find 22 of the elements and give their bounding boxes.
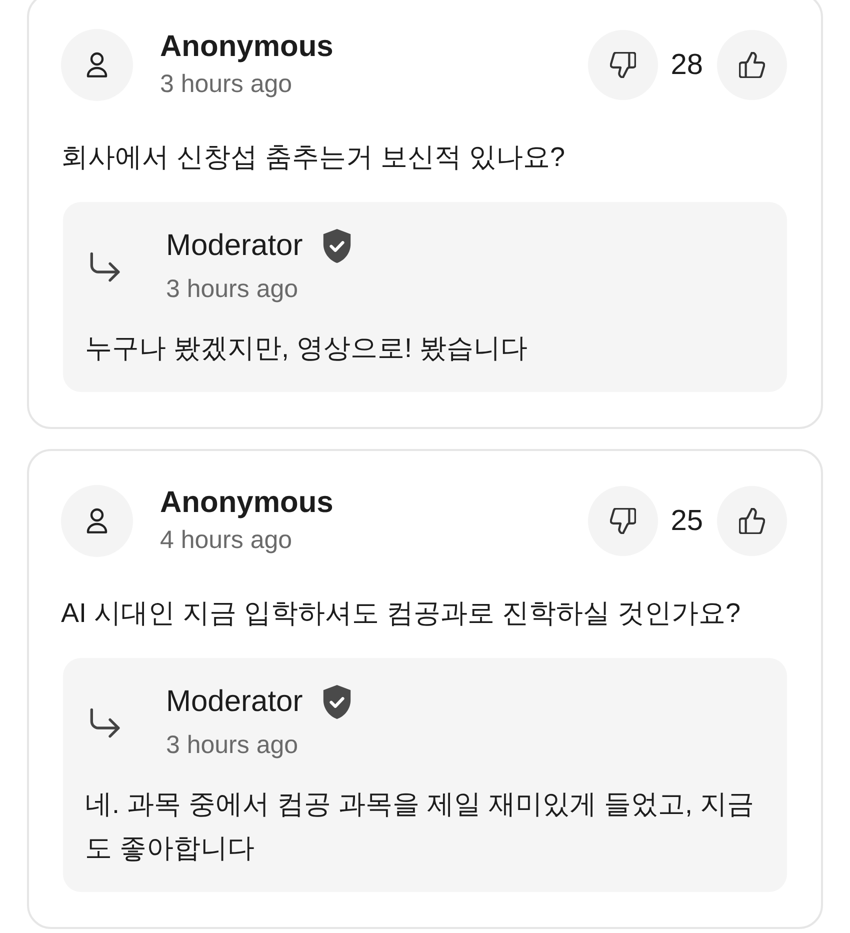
reply-text: 누구나 봤겠지만, 영상으로! 봤습니다 [85, 332, 529, 365]
reply-arrow-icon [90, 708, 120, 738]
author-name: Moderator [166, 228, 303, 264]
comment-text: AI 시대인 지금 입학하셔도 컴공과로 진학하실 것인가요? [61, 597, 742, 630]
vote-count: 28 [670, 48, 703, 82]
reply-arrow-icon [90, 252, 120, 282]
thumbs-down-icon [610, 508, 636, 534]
vote-count: 25 [670, 504, 703, 538]
thumbs-up-icon [739, 508, 765, 534]
author-name: Anonymous [160, 30, 334, 64]
author-name: Moderator [166, 684, 303, 720]
user-icon [61, 485, 133, 557]
timestamp: 3 hours ago [160, 69, 294, 100]
timestamp: 3 hours ago [166, 274, 300, 305]
thumbs-down-icon [610, 52, 636, 78]
comment-text: 회사에서 신창섭 춤추는거 보신적 있나요? [61, 141, 566, 174]
user-icon [61, 29, 133, 101]
thumbs-up-icon [739, 52, 765, 78]
timestamp: 3 hours ago [166, 730, 300, 761]
timestamp: 4 hours ago [160, 525, 294, 556]
reply-text: 네. 과목 중에서 컴공 과목을 제일 재미있게 들었고, 지금도 좋아합니다 [85, 788, 756, 865]
author-name: Anonymous [160, 486, 334, 520]
